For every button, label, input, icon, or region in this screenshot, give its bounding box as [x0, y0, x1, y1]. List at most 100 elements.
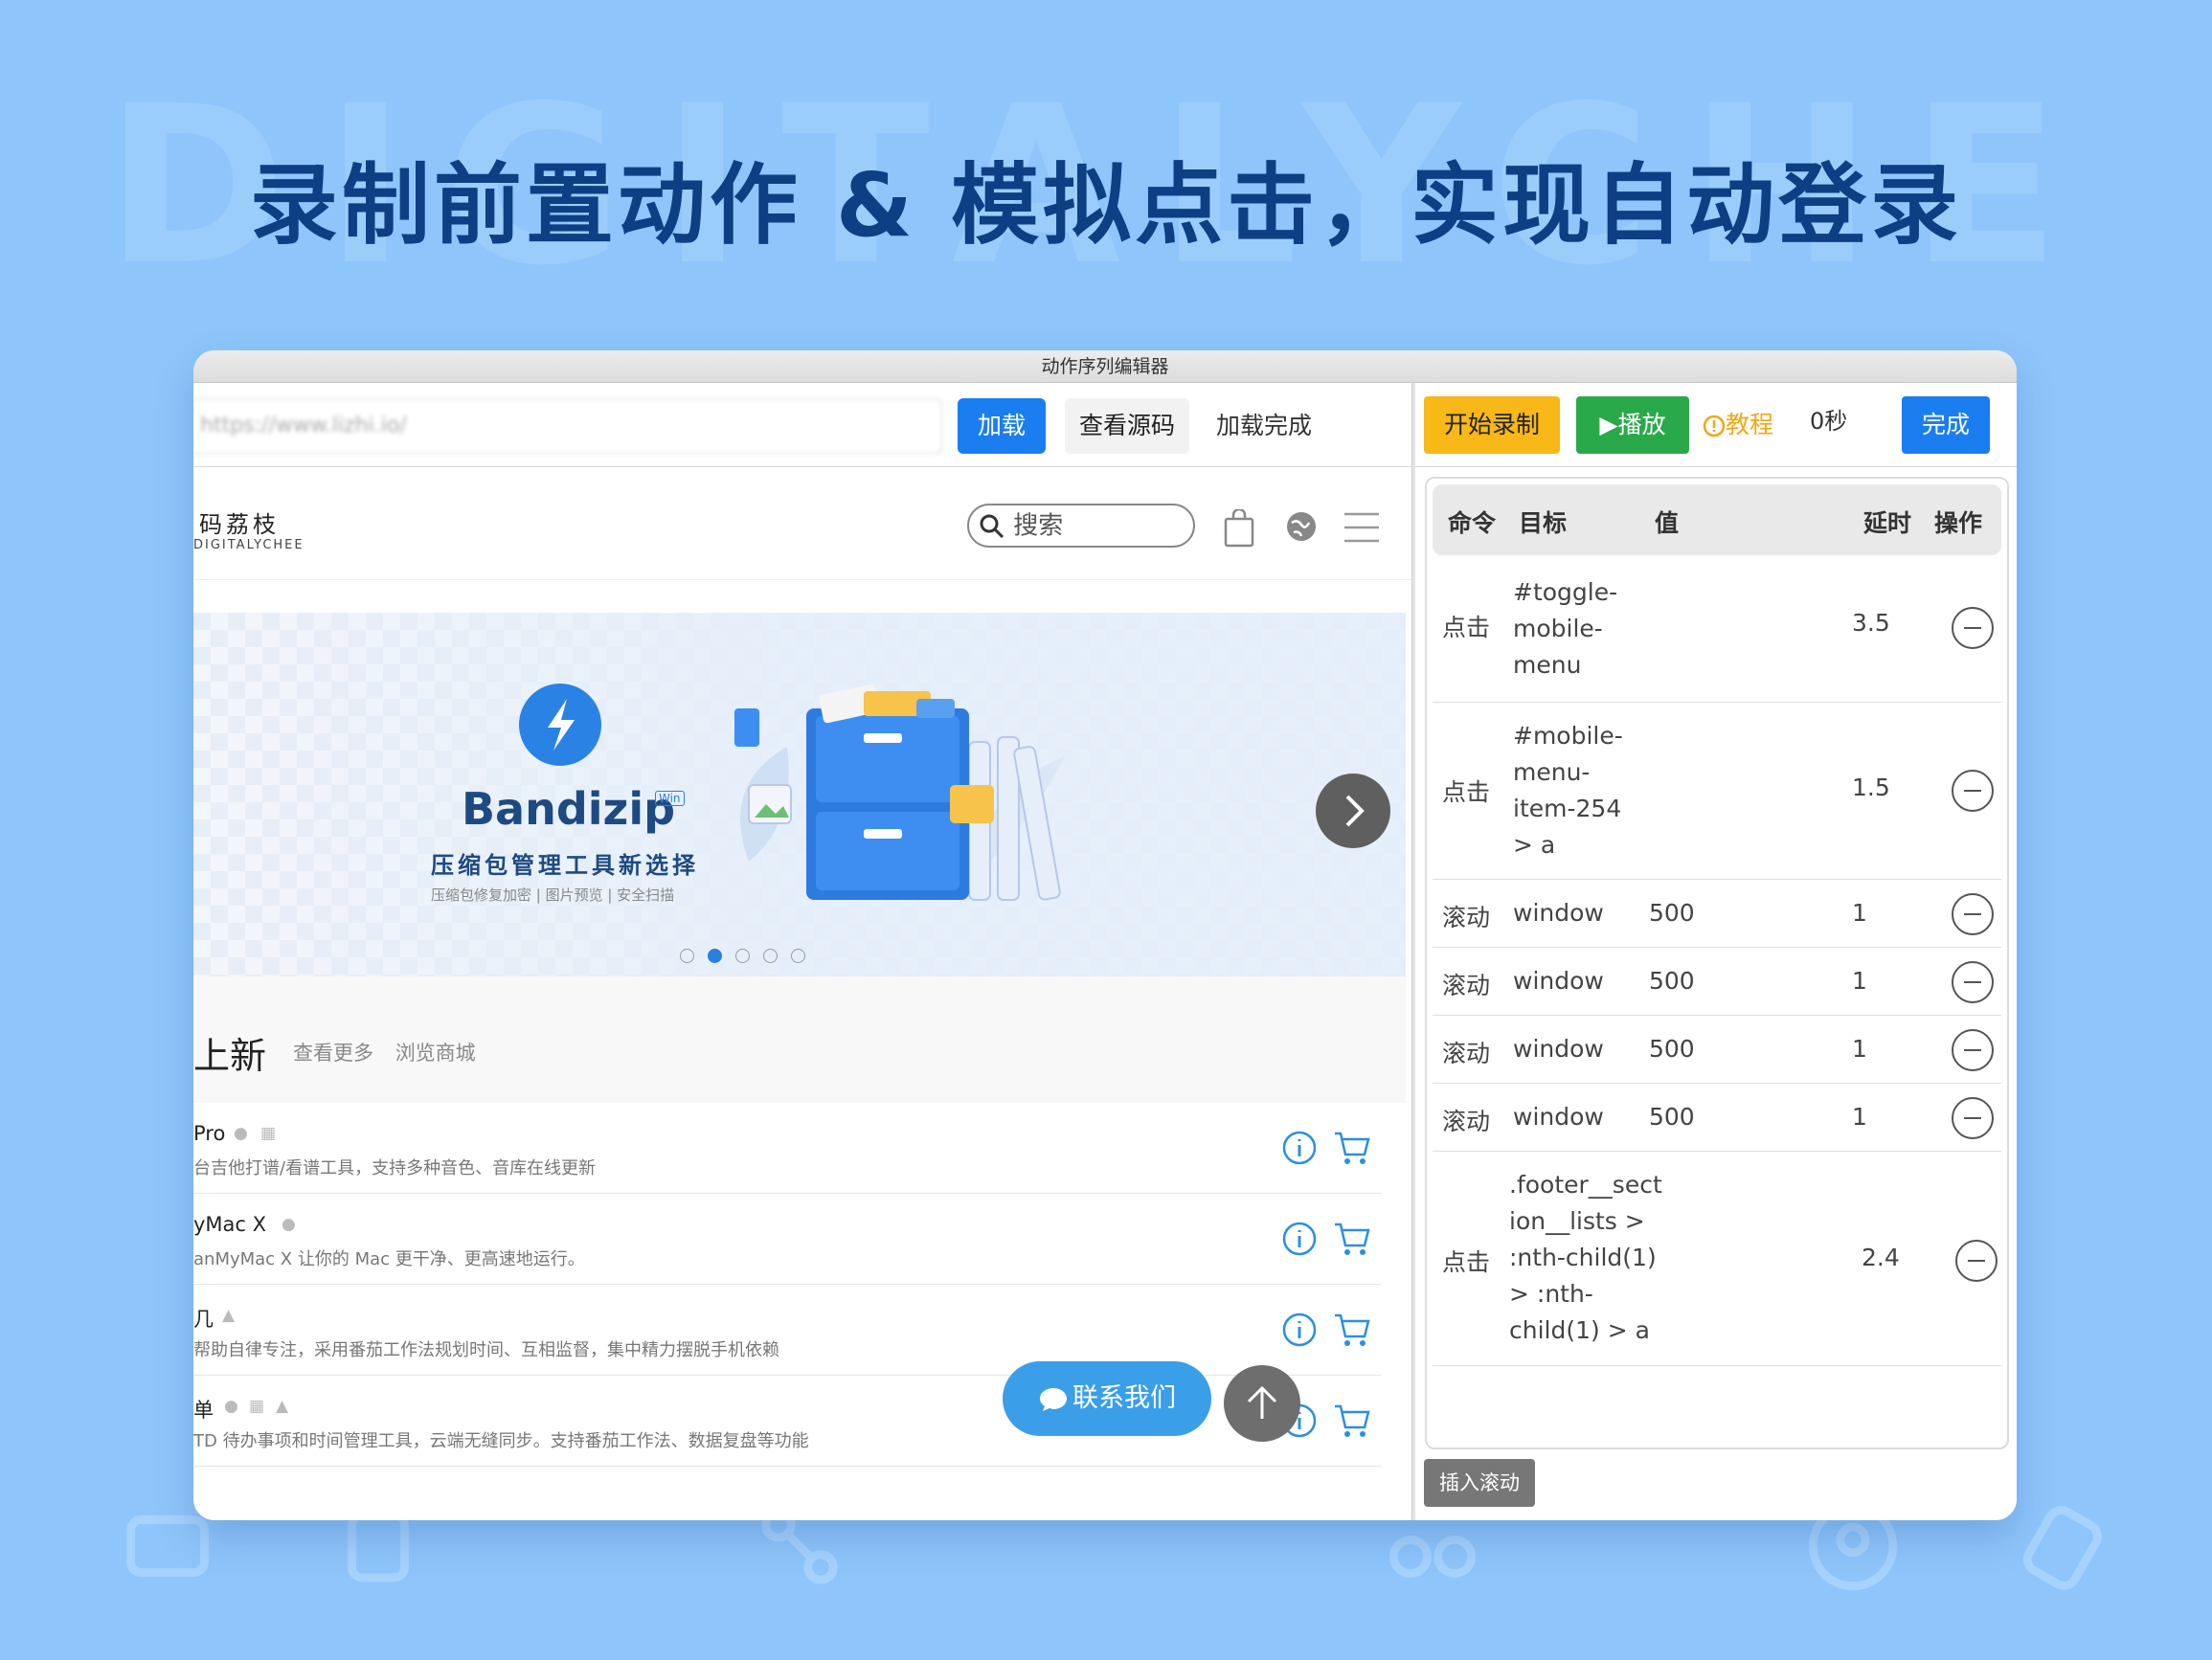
row-delay[interactable]: 1	[1852, 899, 1867, 927]
apple-icon: ●	[224, 1397, 238, 1416]
promo-banner[interactable]: Bandizip Win 压缩包管理工具新选择 压缩包修复加密 | 图片预览 |…	[193, 613, 1406, 976]
product-description: 台吉他打谱/看谱工具，支持多种音色、音库在线更新	[193, 1158, 597, 1178]
play-button[interactable]: ▶播放	[1576, 396, 1689, 454]
carousel-dot[interactable]	[680, 949, 694, 963]
row-delay[interactable]: 1	[1852, 967, 1867, 995]
row-delay[interactable]: 3.5	[1852, 609, 1890, 637]
insert-scroll-button[interactable]: 插入滚动	[1424, 1459, 1535, 1507]
carousel-dot[interactable]	[735, 949, 750, 963]
product-description: TD 待办事项和时间管理工具，云端无缝同步。支持番茄工作法、数据复盘等功能	[193, 1431, 809, 1451]
row-target[interactable]: window	[1513, 895, 1604, 931]
row-delay[interactable]: 1.5	[1852, 774, 1890, 801]
cart-icon[interactable]	[1333, 1130, 1371, 1166]
delete-row-button[interactable]	[1952, 1029, 1994, 1071]
row-target-line: item-254	[1513, 795, 1622, 822]
editor-window: 动作序列编辑器 https://www.lizhi.io/ 加载 查看源码 加载…	[193, 350, 2017, 1520]
column-header-command: 命令	[1448, 509, 1497, 537]
row-delay[interactable]: 1	[1852, 1035, 1867, 1063]
carousel-dot-active[interactable]	[708, 949, 722, 963]
product-name: yMac X	[193, 1213, 267, 1236]
carousel-dot[interactable]	[763, 949, 778, 963]
shopping-bag-icon[interactable]	[1223, 509, 1255, 548]
row-target[interactable]: window	[1513, 963, 1604, 999]
row-target-line: #mobile-	[1513, 722, 1623, 750]
delete-row-button[interactable]	[1952, 893, 1994, 935]
tutorial-link[interactable]: 教程	[1703, 396, 1773, 454]
load-status: 加载完成	[1216, 412, 1313, 439]
carousel-next-button[interactable]	[1316, 774, 1390, 848]
start-recording-button[interactable]: 开始录制	[1424, 396, 1560, 454]
row-command: 点击	[1442, 614, 1491, 641]
see-more-link[interactable]: 查看更多	[293, 1042, 373, 1065]
row-delay[interactable]: 2.4	[1862, 1244, 1900, 1271]
info-icon[interactable]	[1281, 1312, 1318, 1348]
column-header-delay: 延时	[1863, 509, 1912, 537]
carousel-dots	[680, 946, 819, 964]
search-placeholder: 搜索	[1013, 511, 1064, 541]
back-to-top-button[interactable]	[1224, 1365, 1300, 1442]
site-logo-text[interactable]: 码荔枝	[199, 505, 280, 539]
row-target[interactable]: window	[1513, 1099, 1604, 1135]
row-target-line: window	[1513, 1035, 1604, 1063]
windows-icon: ▦	[260, 1124, 277, 1143]
cart-icon[interactable]	[1333, 1402, 1371, 1439]
cart-icon[interactable]	[1333, 1221, 1371, 1257]
list-item[interactable]: yMac X ● anMyMac X 让你的 Mac 更干净、更高速地运行。	[193, 1194, 1381, 1285]
info-icon[interactable]	[1281, 1130, 1318, 1166]
delete-row-button[interactable]	[1952, 961, 1994, 1003]
table-row[interactable]: 滚动 window 500 1	[1433, 880, 2001, 948]
delete-row-button[interactable]	[1952, 770, 1994, 812]
row-value[interactable]: 500	[1649, 1103, 1695, 1131]
done-button[interactable]: 完成	[1902, 396, 1990, 454]
delete-row-button[interactable]	[1952, 1097, 1994, 1139]
table-row[interactable]: 点击 .footer__sect ion__lists > :nth-child…	[1433, 1152, 2001, 1366]
row-target-line: window	[1513, 899, 1604, 927]
timer-display: 0秒	[1810, 408, 1848, 435]
row-value[interactable]: 500	[1649, 967, 1695, 995]
row-target-line: window	[1513, 1103, 1604, 1131]
banner-tags: 压缩包修复加密 | 图片预览 | 安全扫描	[431, 886, 675, 904]
site-search-input[interactable]: 搜索	[967, 504, 1195, 548]
list-item[interactable]: Pro ● ▦ 台吉他打谱/看谱工具，支持多种音色、音库在线更新	[193, 1103, 1381, 1194]
row-target[interactable]: #toggle- mobile- menu	[1513, 574, 1617, 684]
android-icon: ▲	[276, 1397, 289, 1416]
row-target-line: :nth-child(1)	[1509, 1244, 1657, 1271]
globe-icon[interactable]	[1284, 509, 1319, 544]
row-delay[interactable]: 1	[1852, 1103, 1867, 1131]
load-button[interactable]: 加载	[958, 398, 1046, 454]
apple-icon: ●	[234, 1124, 248, 1143]
table-row[interactable]: 滚动 window 500 1	[1433, 948, 2001, 1016]
tutorial-label: 教程	[1726, 411, 1774, 438]
table-row[interactable]: 点击 #toggle- mobile- menu 3.5	[1433, 555, 2001, 703]
list-item[interactable]: 几 ▲ 帮助自律专注，采用番茄工作法规划时间、互相监督，集中精力摆脱手机依赖	[193, 1285, 1381, 1376]
row-target[interactable]: window	[1513, 1031, 1604, 1067]
chat-bubble-icon	[1040, 1387, 1067, 1411]
contact-us-button[interactable]: 联系我们	[1003, 1361, 1211, 1436]
cart-icon[interactable]	[1333, 1312, 1371, 1348]
banner-subtitle: 压缩包管理工具新选择	[431, 852, 699, 879]
row-target[interactable]: .footer__sect ion__lists > :nth-child(1)…	[1509, 1167, 1662, 1349]
table-row[interactable]: 点击 #mobile- menu- item-254 > a 1.5	[1433, 703, 2001, 880]
url-input[interactable]: https://www.lizhi.io/	[193, 398, 942, 454]
row-command: 滚动	[1442, 1040, 1491, 1067]
row-target-line: window	[1513, 967, 1604, 995]
browse-store-link[interactable]: 浏览商城	[395, 1042, 476, 1065]
row-target[interactable]: #mobile- menu- item-254 > a	[1513, 718, 1623, 864]
row-command: 点击	[1442, 1248, 1491, 1276]
table-row[interactable]: 滚动 window 500 1	[1433, 1084, 2001, 1152]
carousel-dot[interactable]	[791, 949, 805, 963]
row-value[interactable]: 500	[1649, 899, 1695, 927]
table-row[interactable]: 滚动 window 500 1	[1433, 1016, 2001, 1084]
chevron-right-icon	[1345, 795, 1365, 827]
row-value[interactable]: 500	[1649, 1035, 1695, 1063]
product-name: 几	[193, 1308, 214, 1331]
view-source-button[interactable]: 查看源码	[1065, 398, 1189, 454]
site-logo-subtext: DIGITALYCHEE	[193, 538, 305, 552]
delete-row-button[interactable]	[1955, 1240, 1998, 1282]
browser-pane: https://www.lizhi.io/ 加载 查看源码 加载完成 码荔枝 D…	[193, 383, 1411, 1520]
menu-icon[interactable]	[1343, 511, 1381, 544]
play-label: 播放	[1617, 411, 1666, 438]
row-command: 滚动	[1442, 972, 1491, 999]
delete-row-button[interactable]	[1952, 607, 1994, 649]
info-icon[interactable]	[1281, 1221, 1318, 1257]
